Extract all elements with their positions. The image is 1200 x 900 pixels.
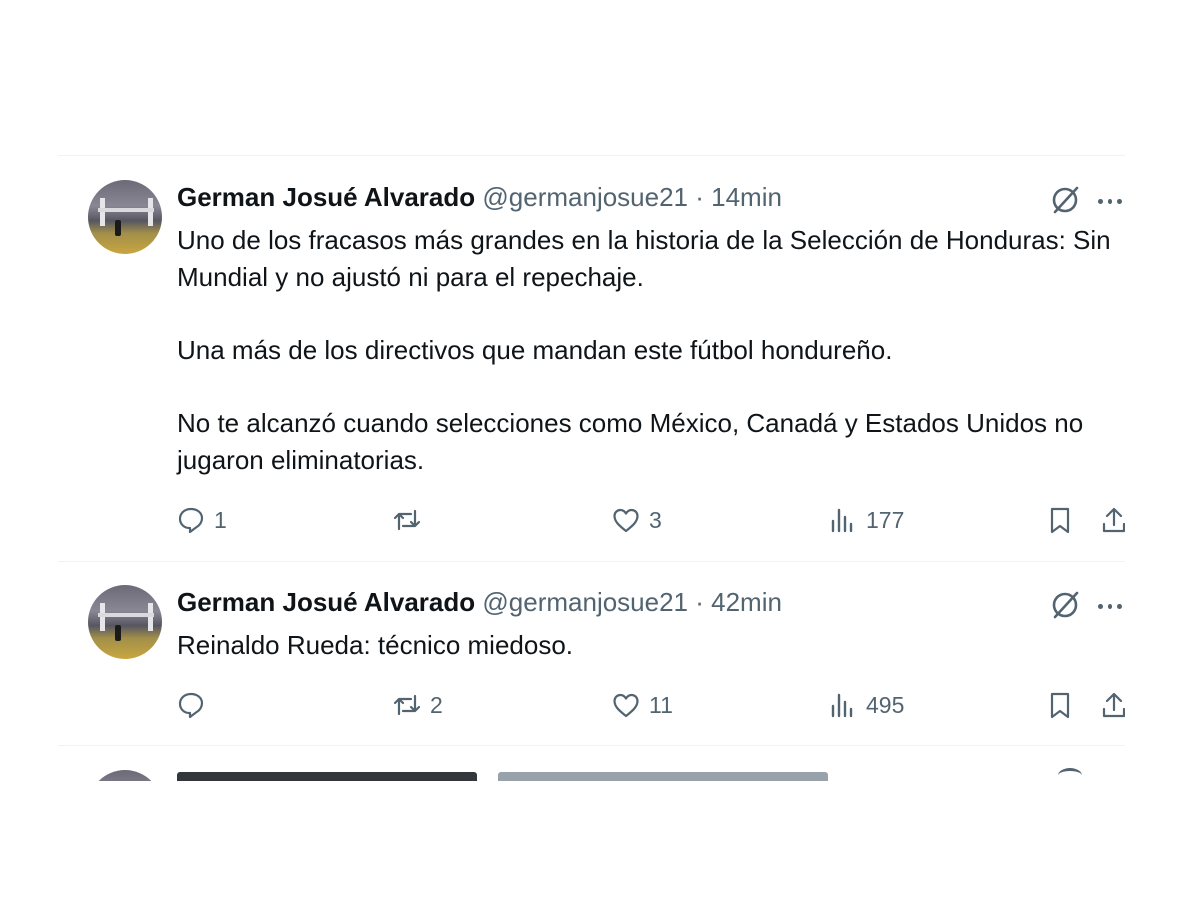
tweet-header: German Josué Alvarado @germanjosue21 · 1… bbox=[177, 182, 782, 213]
share-icon bbox=[1102, 507, 1125, 533]
avatar[interactable] bbox=[88, 770, 162, 781]
reply-button[interactable]: 1 bbox=[176, 502, 227, 538]
author-handle-time[interactable]: @germanjosue21 · 14min bbox=[482, 182, 782, 212]
tweet-actions: 2 11 495 bbox=[58, 687, 1125, 723]
like-button[interactable]: 11 bbox=[611, 687, 673, 723]
more-icon[interactable] bbox=[1098, 601, 1123, 611]
share-icon bbox=[1102, 692, 1125, 718]
tweet-header: German Josué Alvarado @germanjosue21 · 4… bbox=[177, 587, 782, 618]
views-button[interactable]: 177 bbox=[828, 502, 904, 538]
tweet-partial[interactable] bbox=[58, 756, 1125, 781]
like-count: 11 bbox=[649, 691, 673, 718]
author-name[interactable]: German Josué Alvarado bbox=[177, 182, 475, 212]
repost-icon bbox=[393, 694, 421, 716]
tweet-text: Uno de los fracasos más grandes en la hi… bbox=[177, 222, 1125, 479]
views-button[interactable]: 495 bbox=[828, 687, 904, 723]
bookmark-button[interactable] bbox=[1045, 687, 1075, 723]
share-button[interactable] bbox=[1099, 687, 1125, 723]
heart-icon bbox=[613, 693, 639, 718]
avatar[interactable] bbox=[88, 585, 162, 659]
views-icon bbox=[831, 693, 853, 718]
repost-button[interactable]: 2 bbox=[392, 687, 443, 723]
views-count: 177 bbox=[866, 506, 905, 533]
more-icon[interactable] bbox=[1098, 196, 1123, 206]
tweet-actions: 1 3 177 bbox=[58, 502, 1125, 538]
author-name-cutoff bbox=[177, 772, 477, 781]
repost-button[interactable] bbox=[392, 502, 430, 538]
tweet-paragraph: Reinaldo Rueda: técnico miedoso. bbox=[177, 630, 574, 660]
author-name[interactable]: German Josué Alvarado bbox=[177, 587, 475, 617]
tweet-paragraph: Uno de los fracasos más grandes en la hi… bbox=[177, 225, 1111, 292]
avatar[interactable] bbox=[88, 180, 162, 254]
like-count: 3 bbox=[649, 506, 662, 533]
author-handle-cutoff bbox=[498, 772, 828, 781]
timeline-feed: German Josué Alvarado @germanjosue21 · 1… bbox=[58, 155, 1125, 781]
views-count: 495 bbox=[866, 691, 905, 718]
tweet-paragraph: Una más de los directivos que mandan est… bbox=[177, 335, 893, 365]
reply-icon bbox=[178, 507, 204, 534]
heart-icon bbox=[613, 508, 639, 533]
bookmark-icon bbox=[1050, 692, 1070, 719]
grok-icon[interactable] bbox=[1048, 588, 1082, 622]
tweet-text: Reinaldo Rueda: técnico miedoso. bbox=[177, 627, 1125, 664]
bookmark-icon bbox=[1050, 507, 1070, 534]
views-icon bbox=[831, 508, 853, 533]
bookmark-button[interactable] bbox=[1045, 502, 1075, 538]
grok-icon[interactable] bbox=[1048, 183, 1082, 217]
repost-icon bbox=[393, 509, 421, 531]
tweet-paragraph: No te alcanzó cuando selecciones como Mé… bbox=[177, 408, 1084, 475]
reply-button[interactable] bbox=[176, 687, 214, 723]
tweet[interactable]: German Josué Alvarado @germanjosue21 · 1… bbox=[58, 156, 1125, 562]
grok-icon bbox=[1058, 768, 1082, 781]
reply-icon bbox=[178, 692, 204, 719]
share-button[interactable] bbox=[1099, 502, 1125, 538]
reply-count: 1 bbox=[214, 506, 227, 533]
author-handle-time[interactable]: @germanjosue21 · 42min bbox=[482, 587, 782, 617]
tweet[interactable]: German Josué Alvarado @germanjosue21 · 4… bbox=[58, 561, 1125, 746]
repost-count: 2 bbox=[430, 691, 443, 718]
like-button[interactable]: 3 bbox=[611, 502, 662, 538]
